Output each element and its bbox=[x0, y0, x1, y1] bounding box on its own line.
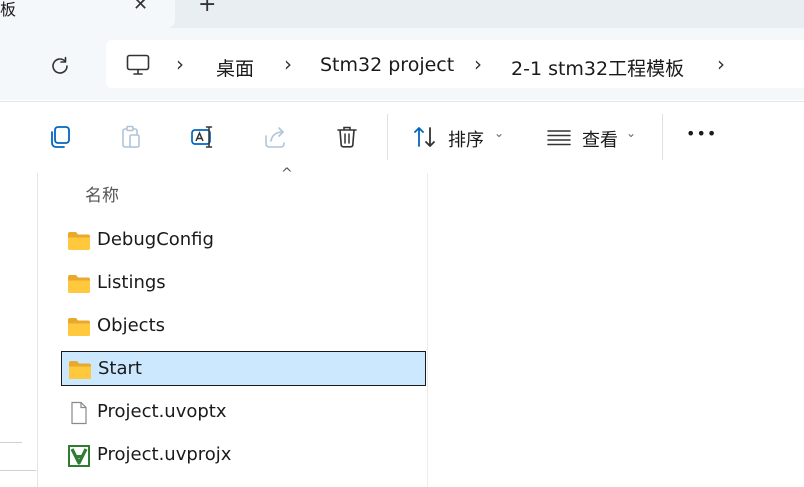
navigation-pane[interactable] bbox=[0, 173, 37, 487]
computer-icon[interactable] bbox=[125, 52, 151, 78]
toolbar-separator bbox=[662, 114, 663, 160]
view-button[interactable]: 查看 bbox=[582, 126, 618, 152]
toolbar-separator bbox=[387, 114, 388, 160]
pane-divider[interactable] bbox=[37, 173, 38, 487]
tab-title: 板 bbox=[0, 0, 17, 19]
list-item[interactable]: Listings bbox=[61, 266, 426, 301]
folder-icon bbox=[67, 317, 91, 337]
breadcrumb-stm32-project[interactable]: Stm32 project bbox=[320, 54, 454, 76]
copy-icon[interactable] bbox=[45, 122, 75, 152]
folder-icon bbox=[67, 274, 91, 294]
list-item-name: Listings bbox=[97, 272, 166, 293]
new-tab-button[interactable]: + bbox=[198, 0, 216, 17]
file-icon bbox=[67, 401, 91, 425]
view-icon[interactable] bbox=[544, 122, 574, 152]
column-header-name[interactable]: 名称 bbox=[85, 181, 119, 206]
list-item-name: DebugConfig bbox=[97, 229, 214, 250]
delete-icon[interactable] bbox=[332, 122, 362, 152]
keil-project-icon bbox=[67, 444, 91, 467]
list-item-name: Project.uvoptx bbox=[97, 401, 227, 422]
list-item-name: Objects bbox=[97, 315, 166, 336]
list-item[interactable]: Project.uvoptx bbox=[61, 395, 426, 430]
breadcrumb-chevron[interactable]: › bbox=[474, 52, 482, 76]
breadcrumb-chevron[interactable]: › bbox=[284, 52, 292, 76]
rename-icon[interactable] bbox=[188, 122, 218, 152]
nav-divider bbox=[0, 442, 22, 443]
folder-icon bbox=[68, 360, 92, 380]
list-item-name: Start bbox=[98, 358, 142, 379]
more-options-button[interactable]: ••• bbox=[686, 124, 717, 143]
nav-divider bbox=[0, 470, 36, 471]
list-item-selected[interactable]: Start bbox=[61, 351, 426, 386]
breadcrumb-current-folder[interactable]: 2-1 stm32工程模板 bbox=[511, 54, 684, 81]
breadcrumb-chevron[interactable]: › bbox=[717, 52, 725, 76]
sort-indicator-icon: ^ bbox=[281, 166, 293, 182]
column-divider[interactable] bbox=[427, 173, 428, 487]
view-caret-icon[interactable]: ⌄ bbox=[626, 126, 636, 140]
sort-caret-icon[interactable]: ⌄ bbox=[494, 126, 504, 140]
share-icon[interactable] bbox=[260, 122, 290, 152]
breadcrumb-chevron[interactable]: › bbox=[176, 52, 184, 76]
close-tab-button[interactable]: ✕ bbox=[133, 0, 148, 15]
folder-icon bbox=[67, 231, 91, 251]
sort-button[interactable]: 排序 bbox=[448, 126, 484, 152]
tab-bar: 板 ✕ + bbox=[0, 0, 804, 28]
breadcrumb-desktop[interactable]: 桌面 bbox=[216, 54, 254, 81]
sort-icon[interactable] bbox=[410, 122, 440, 152]
list-item[interactable]: DebugConfig bbox=[61, 223, 426, 258]
list-item[interactable]: Objects bbox=[61, 309, 426, 344]
refresh-icon[interactable] bbox=[48, 54, 72, 78]
list-item-name: Project.uvprojx bbox=[97, 444, 232, 465]
paste-icon[interactable] bbox=[116, 122, 146, 152]
list-item[interactable]: Project.uvprojx bbox=[61, 438, 426, 473]
active-tab[interactable]: 板 ✕ bbox=[0, 0, 175, 28]
address-bar[interactable] bbox=[106, 40, 804, 88]
